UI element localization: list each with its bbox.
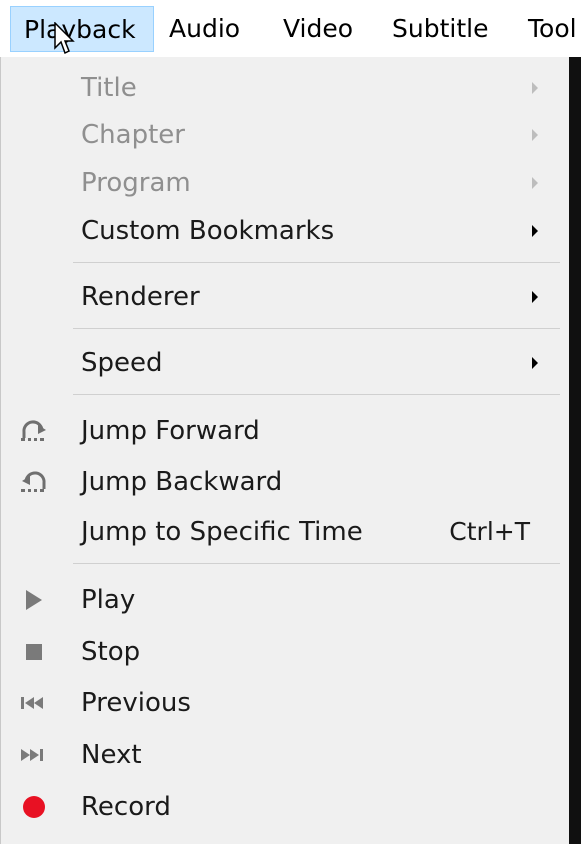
menu-item-renderer[interactable]: Renderer <box>1 272 570 322</box>
menu-item-label: Chapter <box>81 120 185 150</box>
menu-item-play[interactable]: Play <box>1 575 570 625</box>
menu-item-jump-to-specific-time[interactable]: Jump to Specific Time Ctrl+T <box>1 507 570 557</box>
menu-item-speed[interactable]: Speed <box>1 338 570 388</box>
next-icon <box>21 749 43 761</box>
menu-item-label: Stop <box>81 637 141 667</box>
record-icon <box>23 796 45 818</box>
menu-item-custom-bookmarks[interactable]: Custom Bookmarks <box>1 206 570 256</box>
jump-forward-icon <box>21 420 46 441</box>
menu-bar: Playback Audio Video Subtitle Tool <box>0 0 581 57</box>
menubar-playback[interactable]: Playback <box>10 6 154 52</box>
previous-icon <box>21 697 43 709</box>
menu-separator <box>73 563 560 564</box>
play-icon <box>26 590 42 610</box>
menu-separator <box>73 328 560 329</box>
submenu-arrow-icon <box>532 291 538 303</box>
menu-item-record[interactable]: Record <box>1 782 570 832</box>
menubar-video[interactable]: Video <box>270 6 366 52</box>
submenu-arrow-icon <box>532 177 538 189</box>
menu-item-chapter[interactable]: Chapter <box>1 110 570 160</box>
menu-item-label: Previous <box>81 688 191 718</box>
menu-item-shortcut: Ctrl+T <box>449 517 530 546</box>
mouse-cursor-icon <box>54 22 75 55</box>
menubar-subtitle[interactable]: Subtitle <box>379 6 501 52</box>
video-area-edge <box>569 57 581 844</box>
submenu-arrow-icon <box>532 225 538 237</box>
menu-item-title[interactable]: Title <box>1 63 570 113</box>
jump-backward-icon <box>21 471 46 492</box>
menu-item-label: Jump Backward <box>81 467 283 497</box>
menu-item-label: Renderer <box>81 282 200 312</box>
menu-item-label: Play <box>81 585 136 615</box>
menu-item-jump-forward[interactable]: Jump Forward <box>1 406 570 456</box>
submenu-arrow-icon <box>532 357 538 369</box>
playback-dropdown-menu: Title Chapter Program Custom Bookmarks R… <box>0 57 569 844</box>
menu-separator <box>73 262 560 263</box>
menu-item-label: Title <box>81 73 137 103</box>
menu-item-next[interactable]: Next <box>1 730 570 780</box>
menu-item-label: Jump Forward <box>81 416 260 446</box>
menu-separator <box>73 394 560 395</box>
menu-item-previous[interactable]: Previous <box>1 678 570 728</box>
menu-item-label: Jump to Specific Time <box>81 517 363 547</box>
menu-item-label: Custom Bookmarks <box>81 216 335 246</box>
menubar-audio[interactable]: Audio <box>156 6 253 52</box>
menu-item-label: Record <box>81 792 171 822</box>
menu-item-label: Next <box>81 740 142 770</box>
stop-icon <box>26 644 42 660</box>
menu-item-label: Speed <box>81 348 163 378</box>
menu-item-program[interactable]: Program <box>1 158 570 208</box>
menu-item-stop[interactable]: Stop <box>1 627 570 677</box>
submenu-arrow-icon <box>532 82 538 94</box>
submenu-arrow-icon <box>532 129 538 141</box>
menu-item-label: Program <box>81 168 191 198</box>
menubar-tools[interactable]: Tool <box>515 6 581 52</box>
menu-item-jump-backward[interactable]: Jump Backward <box>1 457 570 507</box>
